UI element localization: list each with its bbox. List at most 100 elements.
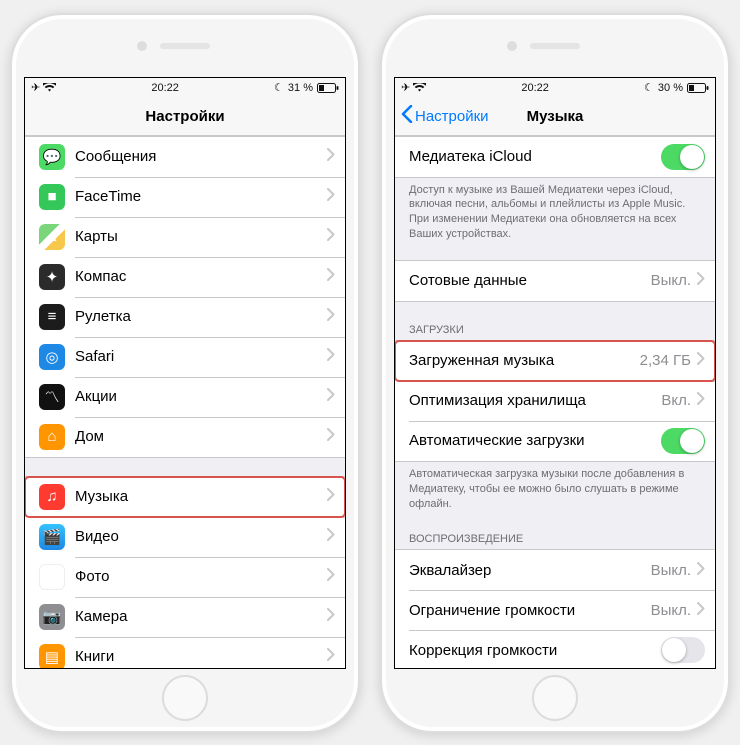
home-button[interactable]	[532, 675, 578, 721]
music-settings[interactable]: Медиатека iCloud Доступ к музыке из Ваше…	[395, 136, 715, 668]
row-label: Загруженная музыка	[409, 352, 640, 369]
row-label: Ограничение громкости	[409, 602, 651, 619]
screen-right: ✈︎ 20:22 ☾ 30 % Настройки Музыка	[394, 77, 716, 669]
row-label: Карты	[75, 228, 327, 245]
settings-row[interactable]: ▲Карты	[25, 217, 345, 257]
row-label: FaceTime	[75, 188, 327, 205]
settings-row[interactable]: Ограничение громкостиВыкл.	[395, 590, 715, 630]
music-icon: ♫	[39, 484, 65, 510]
chevron-right-icon	[327, 188, 335, 205]
speaker	[160, 43, 210, 49]
row-label: Сотовые данные	[409, 272, 651, 289]
speaker	[530, 43, 580, 49]
settings-row[interactable]: ♫ Музыка	[25, 477, 345, 517]
battery-icon	[317, 83, 339, 93]
screen-left: ✈︎ 20:22 ☾ 31 % Настройки 💬Сообщения■Fac…	[24, 77, 346, 669]
page-title: Музыка	[527, 108, 584, 125]
settings-row[interactable]: ◎ Safari	[25, 337, 345, 377]
settings-row[interactable]: ⌂ Дом	[25, 417, 345, 457]
chevron-right-icon	[327, 428, 335, 445]
back-label: Настройки	[415, 108, 489, 125]
settings-row[interactable]: 📷Камера	[25, 597, 345, 637]
status-time: 20:22	[521, 82, 549, 94]
chevron-right-icon	[327, 148, 335, 165]
chevron-left-icon	[401, 105, 413, 127]
row-label: Оптимизация хранилища	[409, 392, 661, 409]
battery-pct: 31 %	[288, 82, 313, 94]
row-value: 2,34 ГБ	[640, 352, 691, 369]
settings-row[interactable]: ≡ Рулетка	[25, 297, 345, 337]
stocks-icon: 〽	[39, 384, 65, 410]
row-label: Дом	[75, 428, 327, 445]
row-label: Автоматические загрузки	[409, 432, 661, 449]
group-footer: Доступ к музыке из Вашей Медиатеки через…	[395, 178, 715, 242]
measure-icon: ≡	[39, 304, 65, 330]
chevron-right-icon	[327, 488, 335, 505]
chevron-right-icon	[327, 568, 335, 585]
navbar: Настройки	[25, 98, 345, 136]
chevron-right-icon	[327, 388, 335, 405]
toggle[interactable]	[661, 428, 705, 454]
row-label: Видео	[75, 528, 327, 545]
settings-row[interactable]: Оптимизация хранилищаВкл.	[395, 381, 715, 421]
chevron-right-icon	[327, 228, 335, 245]
chevron-right-icon	[327, 528, 335, 545]
moon-icon: ☾	[274, 81, 284, 94]
chevron-right-icon	[697, 272, 705, 289]
row-label: Камера	[75, 608, 327, 625]
navbar: Настройки Музыка	[395, 98, 715, 136]
row-value: Вкл.	[661, 392, 691, 409]
row-label: Safari	[75, 348, 327, 365]
toggle[interactable]	[661, 144, 705, 170]
home-icon: ⌂	[39, 424, 65, 450]
group-footer: Автоматическая загрузка музыки после доб…	[395, 462, 715, 512]
video-icon: 🎬	[39, 524, 65, 550]
settings-row[interactable]: 🎬 Видео	[25, 517, 345, 557]
row-label: Эквалайзер	[409, 562, 651, 579]
row-value: Выкл.	[651, 562, 691, 579]
row-label: Компас	[75, 268, 327, 285]
settings-row[interactable]: 💬 Сообщения	[25, 137, 345, 177]
safari-icon: ◎	[39, 344, 65, 370]
home-button[interactable]	[162, 675, 208, 721]
settings-row[interactable]: Загруженная музыка2,34 ГБ	[395, 341, 715, 381]
compass-icon: ✦	[39, 264, 65, 290]
settings-row[interactable]: Сотовые данныеВыкл.	[395, 261, 715, 301]
group-header: ЗАГРУЗКИ	[395, 320, 715, 340]
settings-row[interactable]: ■ FaceTime	[25, 177, 345, 217]
settings-row[interactable]: ЭквалайзерВыкл.	[395, 550, 715, 590]
settings-row[interactable]: ✦ Компас	[25, 257, 345, 297]
chevron-right-icon	[697, 352, 705, 369]
page-title: Настройки	[145, 108, 224, 125]
camera-dot	[137, 41, 147, 51]
settings-row[interactable]: Медиатека iCloud	[395, 137, 715, 177]
settings-row[interactable]: ✿ Фото	[25, 557, 345, 597]
settings-row[interactable]: 〽 Акции	[25, 377, 345, 417]
settings-row[interactable]: Коррекция громкости	[395, 630, 715, 667]
chevron-right-icon	[327, 348, 335, 365]
group-header: ВОСПРОИЗВЕДЕНИЕ	[395, 529, 715, 549]
chevron-right-icon	[697, 602, 705, 619]
back-button[interactable]: Настройки	[401, 105, 489, 127]
facetime-icon: ■	[39, 184, 65, 210]
settings-row[interactable]: ▤ Книги	[25, 637, 345, 668]
books-icon: ▤	[39, 644, 65, 668]
row-label: Фото	[75, 568, 327, 585]
photos-icon: ✿	[39, 564, 65, 590]
messages-icon: 💬	[39, 144, 65, 170]
status-time: 20:22	[151, 82, 179, 94]
row-label: Музыка	[75, 488, 327, 505]
wifi-icon	[43, 83, 56, 92]
row-label: Сообщения	[75, 148, 327, 165]
toggle[interactable]	[661, 637, 705, 663]
status-bar: ✈︎ 20:22 ☾ 30 %	[395, 78, 715, 98]
row-label: Книги	[75, 648, 327, 665]
row-label: Акции	[75, 388, 327, 405]
chevron-right-icon	[697, 562, 705, 579]
wifi-icon	[413, 83, 426, 92]
chevron-right-icon	[327, 268, 335, 285]
phone-left: ✈︎ 20:22 ☾ 31 % Настройки 💬Сообщения■Fac…	[10, 13, 360, 733]
settings-list[interactable]: 💬 Сообщения ■ FaceTime ▲Карты ✦ Компас ≡ Рулетка…	[25, 136, 345, 668]
row-label: Рулетка	[75, 308, 327, 325]
settings-row[interactable]: Автоматические загрузки	[395, 421, 715, 461]
